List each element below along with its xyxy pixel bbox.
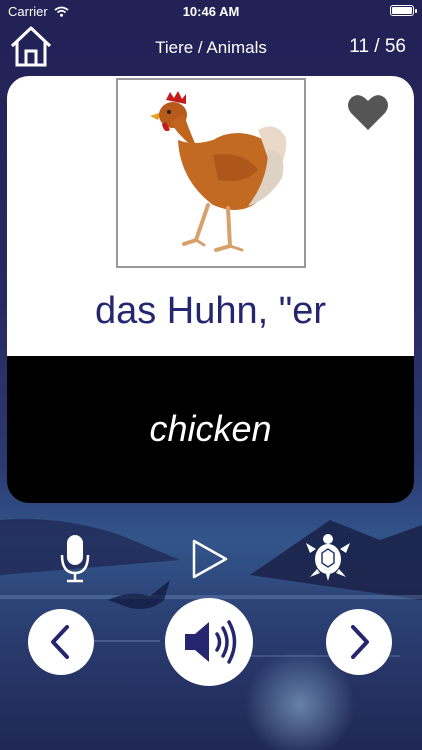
heart-icon[interactable] — [346, 92, 390, 132]
play-audio-button[interactable] — [165, 598, 253, 686]
turtle-icon[interactable] — [302, 533, 354, 583]
play-icon[interactable] — [188, 537, 230, 581]
flashcard-screen: Carrier 10:46 AM Tiere / Animals 11 / 56 — [0, 0, 422, 750]
next-button[interactable] — [326, 609, 392, 675]
nav-bar: Tiere / Animals 11 / 56 — [0, 22, 422, 72]
chevron-right-icon — [351, 625, 369, 659]
microphone-icon[interactable] — [58, 533, 92, 585]
card-counter: 11 / 56 — [349, 36, 406, 57]
chevron-left-icon — [51, 625, 69, 659]
card-front: das Huhn, "er — [7, 76, 414, 356]
battery-level — [392, 7, 412, 14]
clock: 10:46 AM — [182, 4, 240, 19]
german-word: das Huhn, "er — [94, 290, 327, 332]
english-translation: chicken — [149, 408, 272, 449]
battery-icon — [390, 5, 417, 16]
status-bar: Carrier 10:46 AM — [0, 0, 422, 22]
flashcard[interactable]: das Huhn, "er chicken — [7, 76, 414, 503]
chicken-illustration — [150, 91, 287, 252]
speaker-icon — [185, 620, 237, 664]
previous-button[interactable] — [28, 609, 94, 675]
chicken-photo — [116, 78, 306, 268]
